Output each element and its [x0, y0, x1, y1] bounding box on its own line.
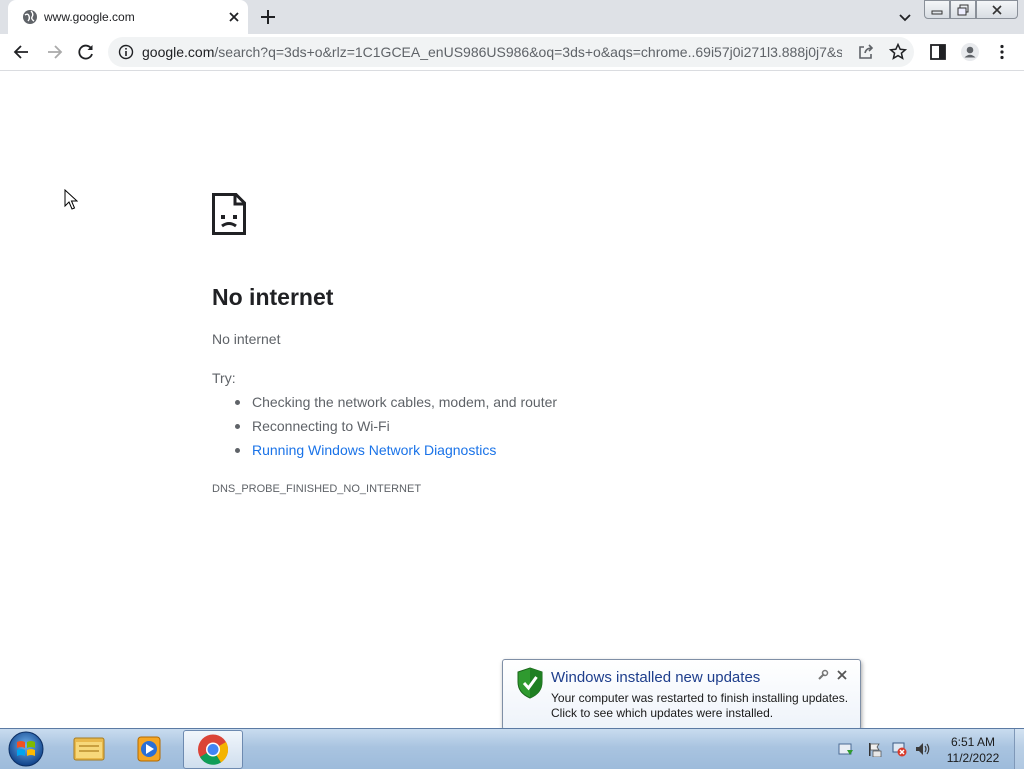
show-desktop-button[interactable] — [1014, 729, 1024, 769]
update-tray-icon[interactable] — [838, 741, 854, 757]
volume-icon[interactable] — [915, 741, 931, 757]
media-player-icon — [137, 736, 161, 762]
folder-icon — [73, 737, 105, 761]
browser-toolbar: google.com/search?q=3ds+o&rlz=1C1GCEA_en… — [0, 34, 1024, 71]
info-icon[interactable] — [118, 44, 134, 60]
taskbar-chrome[interactable] — [183, 730, 243, 769]
taskbar-media-player[interactable] — [120, 730, 178, 767]
windows-orb-icon[interactable] — [6, 730, 46, 768]
tab-strip: www.google.com — [0, 0, 1024, 34]
shield-check-icon — [517, 667, 543, 699]
close-icon — [992, 4, 1002, 15]
window-close-button[interactable] — [976, 0, 1018, 19]
minimize-button[interactable] — [924, 0, 950, 19]
update-notification[interactable]: Windows installed new updates Your compu… — [502, 659, 861, 740]
minimize-icon — [931, 10, 943, 14]
chevron-down-icon[interactable] — [896, 8, 914, 26]
chrome-icon — [198, 734, 229, 765]
error-subtitle: No internet — [212, 331, 281, 347]
wrench-icon[interactable] — [817, 669, 829, 681]
address-bar[interactable]: google.com/search?q=3ds+o&rlz=1C1GCEA_en… — [108, 37, 914, 67]
notification-title: Windows installed new updates — [551, 669, 761, 686]
url-path: /search?q=3ds+o&rlz=1C1GCEA_enUS986US986… — [214, 44, 842, 60]
close-icon[interactable] — [836, 669, 848, 681]
network-diagnostics-link[interactable]: Running Windows Network Diagnostics — [234, 440, 557, 464]
forward-icon[interactable] — [44, 42, 64, 62]
try-label: Try: — [212, 370, 236, 386]
taskbar: 6:51 AM 11/2/2022 — [0, 728, 1024, 769]
tab-title: www.google.com — [44, 10, 135, 24]
clock-date: 11/2/2022 — [946, 751, 1000, 765]
menu-icon[interactable] — [992, 42, 1012, 62]
suggestion-check-cables: Checking the network cables, modem, and … — [234, 392, 557, 416]
url-host: google.com — [142, 44, 215, 60]
mouse-cursor-icon — [64, 189, 78, 210]
browser-tab[interactable]: www.google.com — [8, 0, 248, 34]
share-icon[interactable] — [856, 42, 876, 62]
close-icon[interactable] — [226, 9, 242, 25]
taskbar-explorer[interactable] — [60, 730, 118, 767]
notification-line-1: Your computer was restarted to finish in… — [551, 691, 849, 705]
reload-icon[interactable] — [76, 42, 96, 62]
profile-icon[interactable] — [960, 42, 980, 62]
window-controls — [924, 0, 1018, 19]
restore-icon — [957, 4, 969, 15]
globe-icon — [23, 10, 37, 24]
taskbar-clock[interactable]: 6:51 AM 11/2/2022 — [936, 734, 1010, 766]
notification-line-2: Click to see which updates were installe… — [551, 706, 774, 720]
sad-page-icon — [212, 193, 246, 235]
back-icon[interactable] — [12, 42, 32, 62]
suggestion-list: Checking the network cables, modem, and … — [212, 392, 557, 464]
clock-time: 6:51 AM — [950, 735, 996, 749]
star-icon[interactable] — [888, 42, 908, 62]
flag-icon[interactable] — [866, 741, 882, 757]
side-panel-icon[interactable] — [928, 42, 948, 62]
restore-button[interactable] — [950, 0, 976, 19]
plus-icon[interactable] — [258, 7, 278, 27]
error-code: DNS_PROBE_FINISHED_NO_INTERNET — [212, 483, 422, 495]
url-text[interactable]: google.com/search?q=3ds+o&rlz=1C1GCEA_en… — [142, 44, 842, 60]
error-title: No internet — [212, 284, 334, 310]
network-icon[interactable] — [891, 741, 907, 757]
suggestion-reconnect-wifi: Reconnecting to Wi-Fi — [234, 416, 557, 440]
